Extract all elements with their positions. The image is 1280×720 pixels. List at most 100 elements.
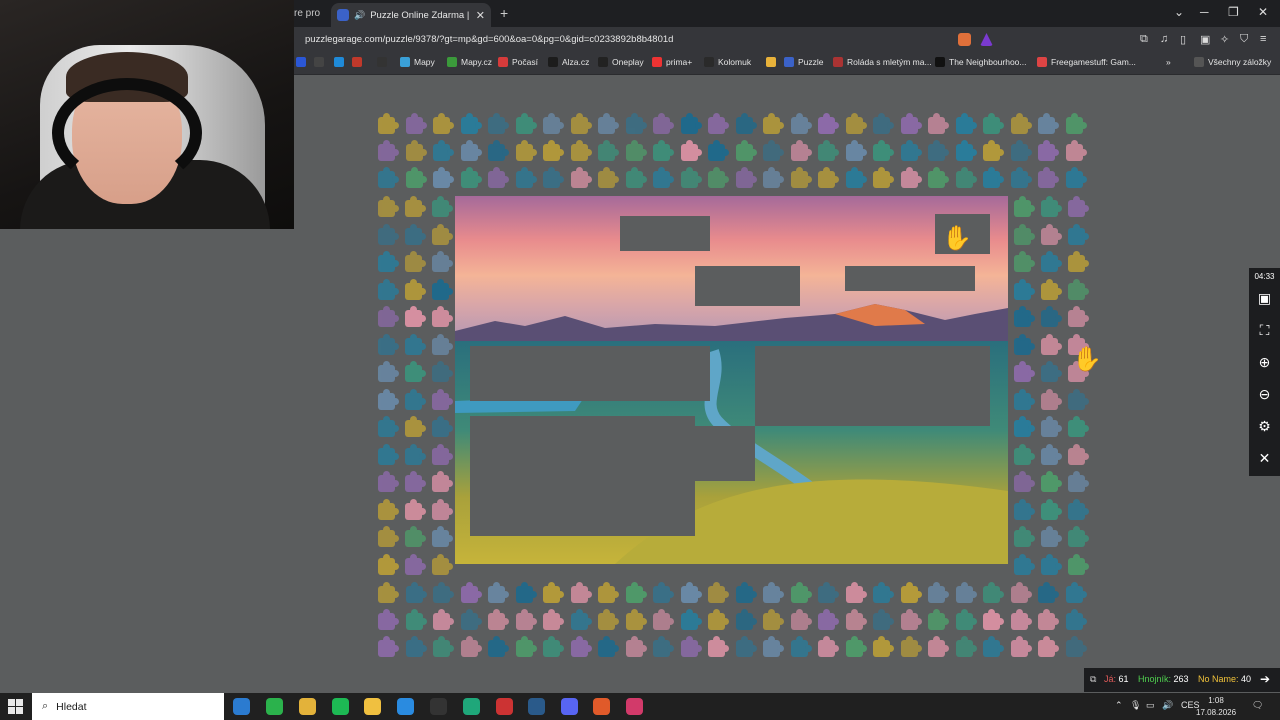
puzzle-piece[interactable]	[1011, 609, 1032, 630]
puzzle-piece[interactable]	[516, 582, 537, 603]
puzzle-piece[interactable]	[1068, 554, 1089, 575]
puzzle-piece[interactable]	[598, 609, 619, 630]
volume-icon[interactable]: 🔊	[1162, 700, 1173, 711]
puzzle-piece[interactable]	[378, 416, 399, 437]
bookmark-kolomuk[interactable]: Kolomuk	[704, 57, 751, 67]
puzzle-piece[interactable]	[405, 389, 426, 410]
puzzle-piece[interactable]	[1038, 140, 1059, 161]
bookmark-the-neighbourhoo[interactable]: The Neighbourhoo...	[935, 57, 1027, 67]
puzzle-piece[interactable]	[873, 140, 894, 161]
puzzle-piece[interactable]	[405, 224, 426, 245]
bookmark-icon-12[interactable]	[766, 57, 776, 67]
puzzle-piece[interactable]	[626, 113, 647, 134]
url-field[interactable]: puzzlegarage.com/puzzle/9378/?gt=mp&gd=6…	[305, 34, 673, 45]
puzzle-piece[interactable]	[432, 444, 453, 465]
puzzle-piece[interactable]	[763, 113, 784, 134]
app-icon[interactable]	[463, 698, 480, 715]
puzzle-piece[interactable]	[763, 582, 784, 603]
puzzle-piece[interactable]	[598, 140, 619, 161]
puzzle-piece[interactable]	[405, 526, 426, 547]
puzzle-piece[interactable]	[653, 140, 674, 161]
puzzle-piece[interactable]	[433, 167, 454, 188]
puzzle-piece[interactable]	[653, 113, 674, 134]
maps-pin-icon[interactable]	[626, 698, 643, 715]
puzzle-piece[interactable]	[378, 334, 399, 355]
puzzle-piece[interactable]	[626, 636, 647, 657]
puzzle-piece[interactable]	[763, 636, 784, 657]
puzzle-piece[interactable]	[1014, 444, 1035, 465]
puzzle-piece[interactable]	[983, 140, 1004, 161]
puzzle-piece[interactable]	[488, 582, 509, 603]
puzzle-piece[interactable]	[598, 582, 619, 603]
tab-previous[interactable]: re pro	[294, 4, 320, 23]
puzzle-board[interactable]	[455, 196, 1008, 564]
puzzle-piece[interactable]	[956, 609, 977, 630]
puzzle-piece[interactable]	[846, 582, 867, 603]
puzzle-piece[interactable]	[818, 167, 839, 188]
bookmark-mapy-cz[interactable]: Mapy.cz	[447, 57, 492, 67]
puzzle-piece[interactable]	[928, 140, 949, 161]
puzzle-piece[interactable]	[1066, 167, 1087, 188]
puzzle-piece[interactable]	[791, 636, 812, 657]
puzzle-piece[interactable]	[433, 636, 454, 657]
puzzle-piece[interactable]	[873, 636, 894, 657]
puzzle-piece[interactable]	[378, 306, 399, 327]
puzzle-piece[interactable]	[708, 636, 729, 657]
puzzle-piece[interactable]	[378, 167, 399, 188]
puzzle-piece[interactable]	[1068, 251, 1089, 272]
puzzle-piece[interactable]	[571, 167, 592, 188]
bookmark-freegamestuff-gam[interactable]: Freegamestuff: Gam...	[1037, 57, 1136, 67]
puzzle-piece[interactable]	[1068, 416, 1089, 437]
puzzle-piece[interactable]	[1066, 140, 1087, 161]
vpn-icon[interactable]: ⛉	[1240, 33, 1248, 46]
discord-icon[interactable]	[561, 698, 578, 715]
puzzle-piece[interactable]	[543, 167, 564, 188]
bookmark-po-as[interactable]: Počasí	[498, 57, 538, 67]
puzzle-piece[interactable]	[488, 636, 509, 657]
puzzle-piece[interactable]	[405, 334, 426, 355]
puzzle-piece[interactable]	[1068, 471, 1089, 492]
puzzle-piece[interactable]	[378, 389, 399, 410]
puzzle-piece[interactable]	[406, 113, 427, 134]
notifications-icon[interactable]: 🗨	[1252, 700, 1263, 711]
puzzle-piece[interactable]	[598, 113, 619, 134]
puzzle-piece[interactable]	[681, 582, 702, 603]
puzzle-piece[interactable]	[598, 167, 619, 188]
puzzle-piece[interactable]	[1041, 416, 1062, 437]
spotify-icon[interactable]	[332, 698, 349, 715]
puzzle-piece[interactable]	[1041, 361, 1062, 382]
puzzle-piece[interactable]	[1011, 636, 1032, 657]
puzzle-piece[interactable]	[432, 306, 453, 327]
puzzle-piece[interactable]	[433, 609, 454, 630]
puzzle-piece[interactable]	[433, 582, 454, 603]
puzzle-piece[interactable]	[571, 140, 592, 161]
puzzle-piece[interactable]	[405, 554, 426, 575]
puzzle-piece[interactable]	[543, 140, 564, 161]
puzzle-piece[interactable]	[873, 609, 894, 630]
vscode-icon[interactable]	[397, 698, 414, 715]
puzzle-piece[interactable]	[432, 196, 453, 217]
puzzle-piece[interactable]	[818, 140, 839, 161]
brave-rewards-icon[interactable]	[980, 33, 993, 46]
puzzle-piece[interactable]	[378, 361, 399, 382]
speaker-icon[interactable]: 🔊	[354, 10, 365, 21]
puzzle-piece[interactable]	[901, 113, 922, 134]
puzzle-piece[interactable]	[488, 140, 509, 161]
puzzle-piece[interactable]	[406, 140, 427, 161]
bookmark-mapy[interactable]: Mapy	[400, 57, 435, 67]
whatsapp-icon[interactable]	[266, 698, 283, 715]
puzzle-piece[interactable]	[1066, 582, 1087, 603]
puzzle-piece[interactable]	[1014, 554, 1035, 575]
chrome-icon[interactable]	[299, 698, 316, 715]
puzzle-piece[interactable]	[1014, 306, 1035, 327]
puzzle-piece[interactable]	[873, 582, 894, 603]
tray-chevron-icon[interactable]: ⌃	[1115, 700, 1123, 711]
bookmark-icon-4[interactable]	[377, 57, 387, 67]
puzzle-piece[interactable]	[1014, 196, 1035, 217]
puzzle-piece[interactable]	[516, 113, 537, 134]
brave-shield-icon[interactable]	[958, 33, 971, 46]
puzzle-piece[interactable]	[763, 140, 784, 161]
puzzle-piece[interactable]	[1014, 361, 1035, 382]
puzzle-piece[interactable]	[1066, 113, 1087, 134]
puzzle-piece[interactable]	[378, 140, 399, 161]
